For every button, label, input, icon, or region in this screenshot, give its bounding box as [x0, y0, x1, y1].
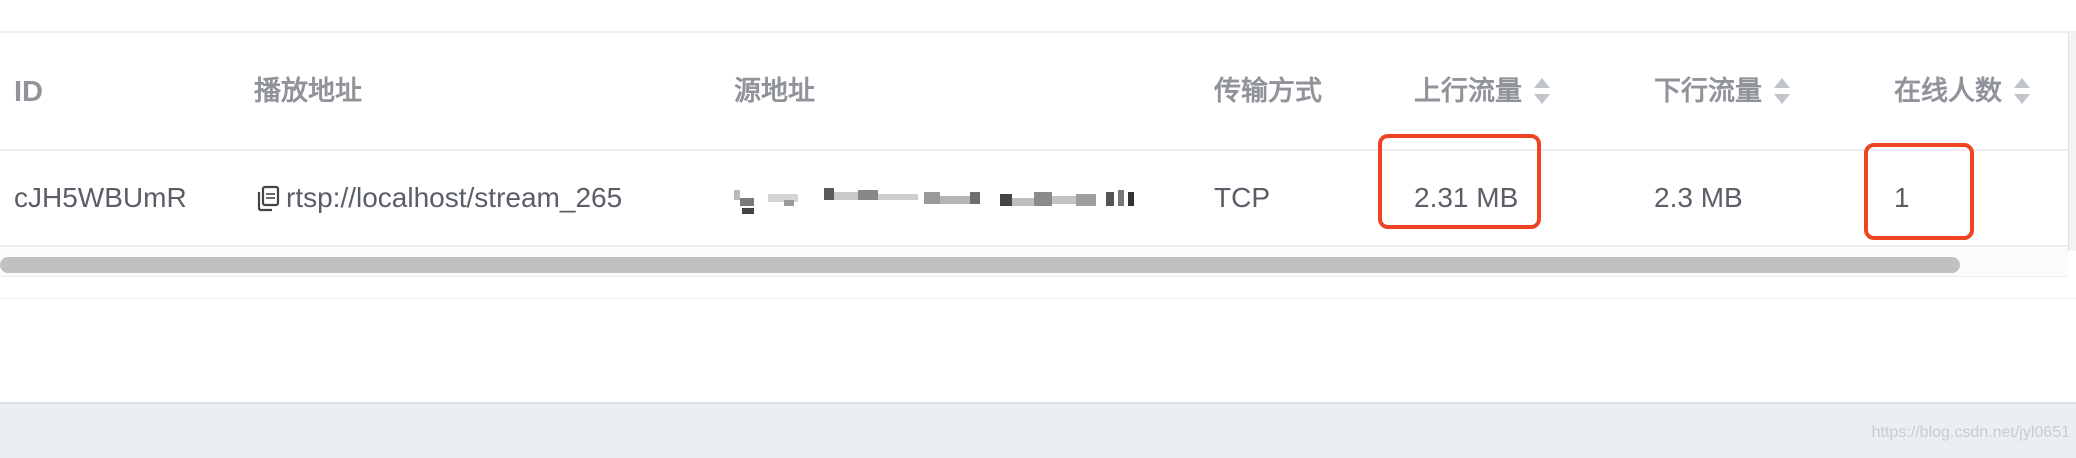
cell-transport: TCP: [1214, 182, 1270, 213]
annotation-box-upstream: [1378, 134, 1541, 229]
column-header-upstream-label: 上行流量: [1414, 76, 1522, 107]
column-header-downstream-label: 下行流量: [1654, 76, 1762, 107]
cell-id: cJH5WBUmR: [14, 182, 187, 213]
watermark-text: https://blog.csdn.net/jyl0651: [1871, 424, 2070, 441]
column-header-upstream[interactable]: 上行流量: [1414, 72, 1552, 112]
column-header-source-url: 源地址: [734, 76, 815, 107]
sort-caret-icon[interactable]: [1532, 76, 1552, 106]
column-header-play-url: 播放地址: [254, 76, 362, 107]
row-divider: [0, 245, 2068, 247]
page: ID 播放地址 源地址 传输方式 上行流量 下行流量 在线人数 cJH5WBUm…: [0, 0, 2076, 458]
fixed-column-edge: [2068, 33, 2076, 251]
cell-downstream: 2.3 MB: [1654, 182, 1743, 213]
cell-play-url: rtsp://localhost/stream_265: [254, 178, 622, 218]
footer-area: [0, 404, 2076, 458]
column-header-online[interactable]: 在线人数: [1894, 72, 2032, 112]
source-url-blurred: [734, 186, 1136, 216]
copy-icon[interactable]: [254, 183, 282, 211]
column-header-downstream[interactable]: 下行流量: [1654, 72, 1792, 112]
annotation-box-online: [1864, 143, 1974, 240]
sort-caret-icon[interactable]: [1772, 76, 1792, 106]
play-url-text: rtsp://localhost/stream_265: [286, 182, 623, 213]
sort-caret-icon[interactable]: [2012, 76, 2032, 106]
column-header-online-label: 在线人数: [1894, 76, 2002, 107]
column-header-transport: 传输方式: [1214, 76, 1322, 107]
table-bottom-line: [0, 298, 2076, 299]
column-header-id: ID: [14, 76, 43, 108]
horizontal-scrollbar-thumb[interactable]: [0, 257, 1960, 273]
